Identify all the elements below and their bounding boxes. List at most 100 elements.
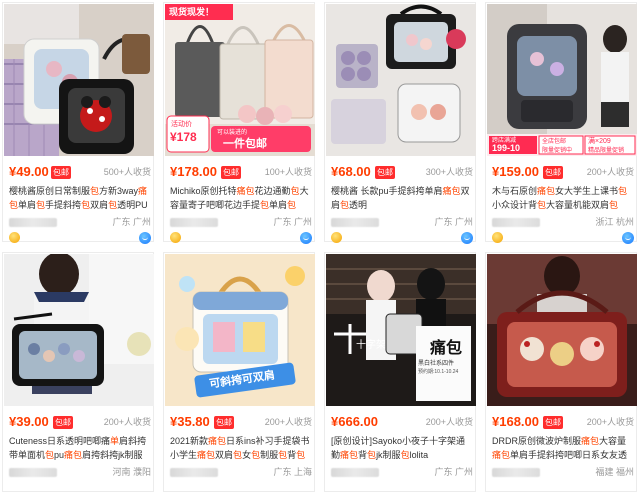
location: 广东 广州: [434, 467, 473, 477]
product-card[interactable]: 十字架 痛包 黑白社系四件 预约期:10.1-10.24 ¥666.00 200…: [324, 252, 476, 492]
free-shipping-badge: 包邮: [543, 416, 563, 429]
product-image[interactable]: 现货现发！ 活动价 ¥178 可以装进的 一件包邮: [165, 4, 315, 156]
shop-name-blurred[interactable]: [9, 468, 57, 477]
price: ¥159.00: [492, 164, 539, 179]
product-title[interactable]: Cuteness日系透明吧唧痛单肩斜挎带单面机包pu痛包肩挎斜挎jk制服包: [9, 434, 151, 462]
title-text: DRDR原创微波炉制服: [492, 436, 581, 446]
shop-name-blurred[interactable]: [492, 218, 540, 227]
location: 广东 广州: [434, 217, 473, 227]
product-card[interactable]: ¥68.00 包邮 300+人收货 樱桃酱 长款pu手提斜挎单肩痛包双肩包透明 …: [324, 2, 476, 244]
product-image[interactable]: 跨店满减 199-10 全店包邮 限量促销中 满×209 精品限量促销: [487, 4, 637, 156]
title-text: 女: [242, 450, 252, 460]
product-image[interactable]: 十字架 痛包 黑白社系四件 预约期:10.1-10.24: [326, 254, 476, 406]
title-text: 樱桃酱原创日常制服: [9, 186, 91, 196]
big-label: 痛包: [430, 340, 463, 357]
wangwang-chat-icon[interactable]: [139, 232, 151, 244]
title-text: 2021新款: [170, 436, 209, 446]
title-text: lolita: [409, 450, 429, 460]
title-keyword: 包: [233, 450, 243, 460]
promo-line-2: 一件包邮: [223, 138, 267, 150]
location: 福建 福州: [595, 467, 634, 477]
location: 广东 广州: [273, 217, 312, 227]
shop-name-blurred[interactable]: [331, 218, 379, 227]
title-keyword: 痛包: [208, 436, 227, 446]
free-shipping-badge: 包邮: [543, 166, 563, 179]
product-title[interactable]: 木与石原创痛包女大学生上课书包小众设计背包大容量机能双肩包: [492, 184, 634, 212]
title-text: 双肩: [215, 450, 234, 460]
wangwang-chat-icon[interactable]: [622, 232, 634, 244]
free-shipping-badge: 包邮: [51, 166, 71, 179]
promo-f: 精品限量促销: [588, 148, 625, 154]
product-grid: ¥49.00 包邮 500+人收货 樱桃酱原创日常制服包方新3way痛包单肩包手…: [0, 0, 640, 493]
title-keyword: 包: [400, 450, 410, 460]
title-text: Michiko原创托特: [170, 186, 237, 196]
product-card[interactable]: ¥39.00 包邮 200+人收货 Cuteness日系透明吧唧痛单肩斜挎带单面…: [2, 252, 154, 492]
coupon-label: 活动价: [171, 121, 192, 128]
title-keyword: 痛包: [197, 450, 216, 460]
shop-name-blurred[interactable]: [331, 468, 379, 477]
product-title[interactable]: 樱桃酱原创日常制服包方新3way痛包单肩包手提斜挎包双肩包透明PU: [9, 184, 151, 212]
shop-name-blurred[interactable]: [170, 218, 218, 227]
title-text: 木与石原创: [492, 186, 538, 196]
product-card[interactable]: ¥49.00 包邮 500+人收货 樱桃酱原创日常制服包方新3way痛包单肩包手…: [2, 2, 154, 244]
title-keyword: 痛包: [64, 450, 83, 460]
product-image[interactable]: [326, 4, 476, 156]
sales-count: 200+人收货: [586, 417, 634, 427]
promo-d: 限量促销中: [542, 148, 573, 154]
title-text: 背: [358, 450, 368, 460]
title-keyword: 包: [260, 200, 270, 210]
product-image[interactable]: 可斜挎可双肩: [165, 254, 315, 406]
title-text: 樱桃酱 长款pu手提斜挎单肩: [331, 186, 443, 196]
title-text: Cuteness日系透明吧唧痛: [9, 436, 111, 446]
title-keyword: 包: [296, 450, 306, 460]
title-keyword: 痛包: [492, 450, 511, 460]
price: ¥68.00: [331, 164, 371, 179]
title-keyword: 包: [618, 186, 628, 196]
title-text: 单肩手提斜挎吧唧日系女友透明: [510, 450, 628, 460]
title-text: 肩挎斜挎jk制服: [82, 450, 143, 460]
title-keyword: 痛包: [236, 186, 255, 196]
stock-tag: 现货现发！: [169, 7, 215, 17]
sales-count: 200+人收货: [586, 167, 634, 177]
shop-name-blurred[interactable]: [492, 468, 540, 477]
shop-name-blurred[interactable]: [170, 468, 218, 477]
title-text: 女大学生上课书: [555, 186, 619, 196]
product-image-art: [487, 254, 637, 406]
product-card[interactable]: 可斜挎可双肩 ¥35.80 包邮 200+人收货 2021新款痛包日系ins补习…: [163, 252, 315, 492]
free-shipping-badge: 包邮: [375, 166, 395, 179]
title-text: 透明PU: [117, 200, 148, 210]
title-keyword: 痛包: [442, 186, 461, 196]
medal-icon: [9, 232, 20, 243]
product-image-art: [4, 4, 154, 156]
sales-count: 300+人收货: [425, 167, 473, 177]
shop-name-blurred[interactable]: [9, 218, 57, 227]
product-title[interactable]: Michiko原创托特痛包花边通勤包大容量寄子吧唧花边手提包单肩包: [170, 184, 312, 212]
wangwang-chat-icon[interactable]: [461, 232, 473, 244]
price: ¥39.00: [9, 414, 49, 429]
title-keyword: 包: [108, 200, 118, 210]
product-image[interactable]: [487, 254, 637, 406]
sub-label: 黑白社系四件: [418, 361, 455, 367]
title-keyword: 包: [609, 200, 619, 210]
product-card[interactable]: 现货现发！ 活动价 ¥178 可以装进的 一件包邮 ¥178.00 包邮 100…: [163, 2, 315, 244]
product-title[interactable]: 樱桃酱 长款pu手提斜挎单肩痛包双肩包透明: [331, 184, 473, 212]
medal-icon: [331, 232, 342, 243]
product-title[interactable]: 2021新款痛包日系ins补习手提袋书小学生痛包双肩包女包制服包背包: [170, 434, 312, 462]
location: 广东 广州: [112, 217, 151, 227]
product-card[interactable]: 跨店满减 199-10 全店包邮 限量促销中 满×209 精品限量促销 ¥159…: [485, 2, 637, 244]
product-image-art: [326, 254, 476, 406]
sales-count: 200+人收货: [264, 417, 312, 427]
title-text: 双肩: [90, 200, 109, 210]
location: 广东 上海: [273, 467, 312, 477]
title-text: 方新3way: [99, 186, 139, 196]
product-title[interactable]: [原创设计]Sayoko小夜子十字架通勤痛包背包jk制服包lolita: [331, 434, 473, 462]
medal-icon: [170, 232, 181, 243]
title-text: 透明: [349, 200, 368, 210]
product-card[interactable]: ¥168.00 包邮 200+人收货 DRDR原创微波炉制服痛包大容量痛包单肩手…: [485, 252, 637, 492]
product-image[interactable]: [4, 254, 154, 406]
title-keyword: 包: [278, 450, 288, 460]
title-keyword: 包: [45, 450, 55, 460]
wangwang-chat-icon[interactable]: [300, 232, 312, 244]
product-title[interactable]: DRDR原创微波炉制服痛包大容量痛包单肩手提斜挎吧唧日系女友透明: [492, 434, 634, 462]
product-image[interactable]: [4, 4, 154, 156]
